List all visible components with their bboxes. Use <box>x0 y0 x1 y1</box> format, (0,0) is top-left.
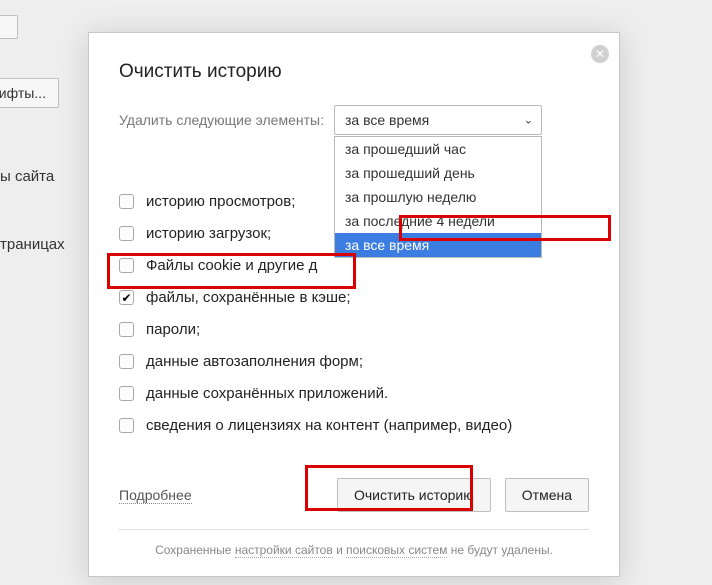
bg-fonts-label: рифты... <box>0 85 46 101</box>
period-option[interactable]: за последние 4 недели <box>335 209 541 233</box>
bg-label-site: ы сайта <box>0 168 54 185</box>
bg-label-pages: траницах <box>0 236 65 253</box>
bg-truncated-button-1[interactable] <box>0 15 18 39</box>
checkbox-licenses[interactable] <box>119 418 134 433</box>
bg-fonts-button[interactable]: рифты... <box>0 78 59 108</box>
site-settings-link[interactable]: настройки сайтов <box>235 543 333 558</box>
divider <box>119 529 589 530</box>
clear-history-dialog: ✕ Очистить историю Удалить следующие эле… <box>88 32 620 577</box>
clear-history-button[interactable]: Очистить историю <box>337 478 491 512</box>
cancel-button[interactable]: Отмена <box>505 478 589 512</box>
period-label: Удалить следующие элементы: <box>119 112 324 128</box>
checkbox-label: историю просмотров; <box>146 193 295 210</box>
close-icon[interactable]: ✕ <box>591 45 609 63</box>
period-dropdown: за прошедший час за прошедший день за пр… <box>334 136 542 258</box>
checkbox-label: файлы, сохранённые в кэше; <box>146 289 351 306</box>
period-select-value: за все время <box>345 112 429 128</box>
checkbox-autofill[interactable] <box>119 354 134 369</box>
period-option-selected[interactable]: за все время <box>335 233 541 257</box>
checkbox-label: данные сохранённых приложений. <box>146 385 388 402</box>
checkbox-cookies[interactable] <box>119 258 134 273</box>
search-engines-link[interactable]: поисковых систем <box>346 543 447 558</box>
checkbox-history[interactable] <box>119 194 134 209</box>
checkbox-label: сведения о лицензиях на контент (наприме… <box>146 417 512 434</box>
checkbox-downloads[interactable] <box>119 226 134 241</box>
period-select[interactable]: за все время ⌄ <box>334 105 542 135</box>
checkbox-label: пароли; <box>146 321 200 338</box>
period-option[interactable]: за прошедший день <box>335 161 541 185</box>
checkbox-cache[interactable] <box>119 290 134 305</box>
chevron-down-icon: ⌄ <box>524 114 533 127</box>
checkbox-label: историю загрузок; <box>146 225 271 242</box>
checkbox-label: Файлы cookie и другие д <box>146 257 317 274</box>
period-option[interactable]: за прошедший час <box>335 137 541 161</box>
more-link[interactable]: Подробнее <box>119 487 192 504</box>
checkbox-passwords[interactable] <box>119 322 134 337</box>
checkbox-appdata[interactable] <box>119 386 134 401</box>
footnote: Сохраненные настройки сайтов и поисковых… <box>119 543 589 557</box>
dialog-title: Очистить историю <box>119 61 589 83</box>
checkbox-label: данные автозаполнения форм; <box>146 353 363 370</box>
period-option[interactable]: за прошлую неделю <box>335 185 541 209</box>
